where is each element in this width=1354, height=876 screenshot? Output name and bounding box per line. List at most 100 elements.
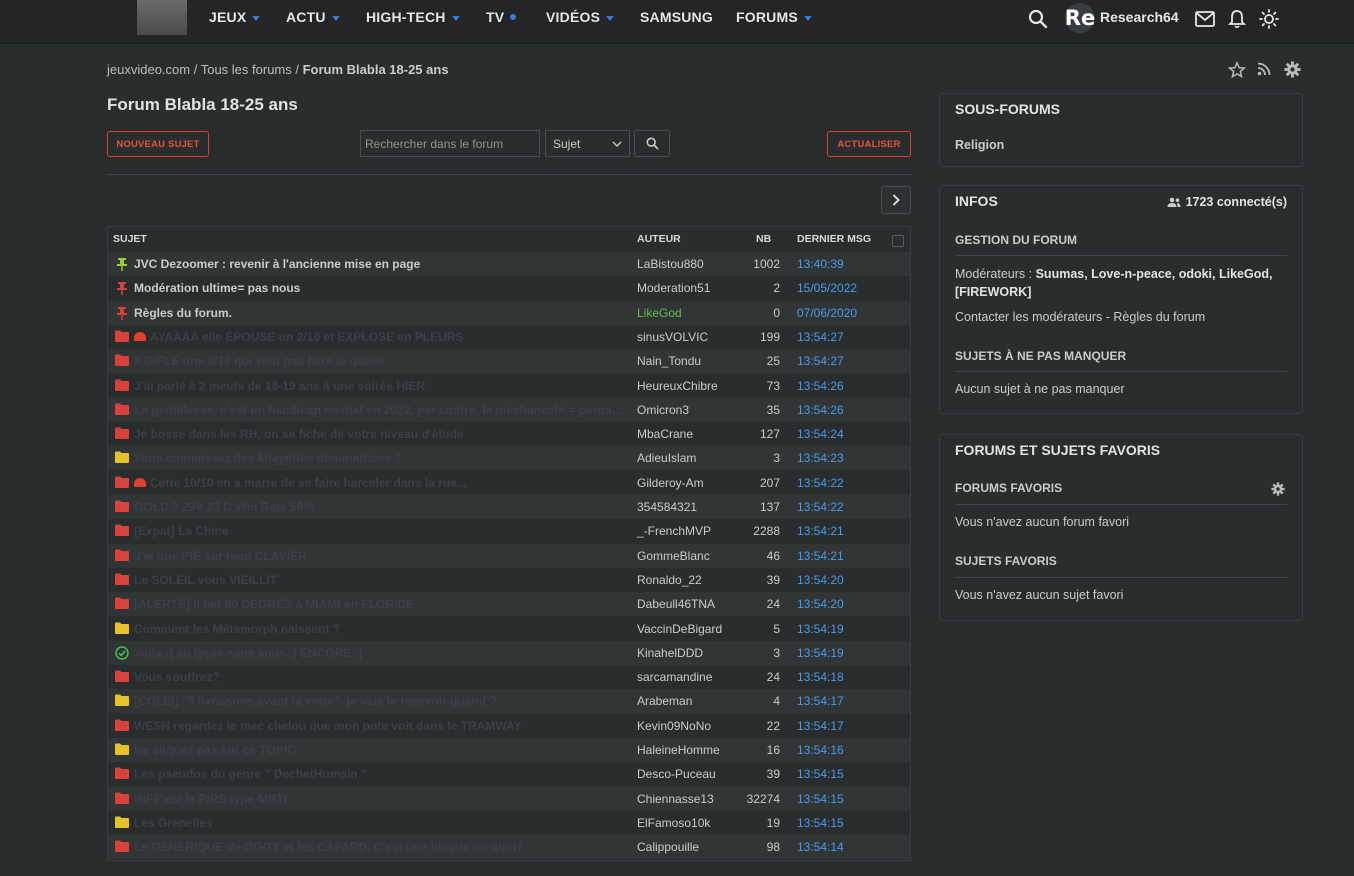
topic-author-link[interactable]: Gilderoy-Am — [637, 476, 704, 490]
avatar[interactable]: Re — [1065, 3, 1095, 33]
topic-title-link[interactable]: Je bosse dans les RH, on se fiche de vot… — [134, 427, 630, 441]
topic-title-link[interactable]: [COLIS] "9 livraisons avant la votre", j… — [134, 694, 630, 708]
topic-author-link[interactable]: _-FrenchMVP — [637, 524, 711, 538]
breadcrumb-site-link[interactable]: jeuxvideo.com — [107, 62, 190, 77]
topic-title-link[interactable]: Ne cliquez pas sur ce TOPIC — [134, 743, 630, 757]
topic-author-link[interactable]: HeureuxChibre — [637, 379, 718, 393]
table-row[interactable]: Voila :) au lycée sans amis :) ENCORE :)… — [108, 640, 910, 665]
table-row[interactable]: GOLD 2 29V 23 D Win Rate 56% 354584321 137… — [108, 495, 910, 519]
bell-icon[interactable] — [1226, 8, 1248, 30]
topic-author-link[interactable]: Calippouille — [637, 840, 699, 854]
table-row[interactable]: Les pseudos du genre " DechetHumain " Des… — [108, 762, 910, 786]
topic-title-link[interactable]: Vous connaissez des khayettes dominatric… — [134, 451, 630, 465]
topic-last-message-link[interactable]: 13:54:27 — [797, 354, 844, 368]
topic-author-link[interactable]: Arabeman — [637, 694, 692, 708]
topic-author-link[interactable]: MbaCrane — [637, 427, 693, 441]
topic-author-link[interactable]: KinahelDDD — [637, 646, 703, 660]
topic-title-link[interactable]: Les pseudos du genre " DechetHumain " — [134, 767, 630, 781]
topic-title-link[interactable]: AYAAAA elle ÉPOUSE un 2/10 et EXPLOSE en… — [134, 330, 630, 344]
search-icon[interactable] — [1027, 8, 1049, 30]
topic-last-message-link[interactable]: 13:54:17 — [797, 694, 844, 708]
topic-author-link[interactable]: Desco-Puceau — [637, 767, 716, 781]
topic-title-link[interactable]: Règles du forum. — [134, 306, 630, 320]
topic-last-message-link[interactable]: 13:54:26 — [797, 403, 844, 417]
topic-title-link[interactable]: Modération ultime= pas nous — [134, 281, 630, 295]
topic-title-link[interactable]: [ALERTE] Il fait 80 DEGRÉS à MIAMI en FL… — [134, 597, 630, 611]
topic-title-link[interactable]: GOLD 2 29V 23 D Win Rate 56% — [134, 500, 630, 514]
topic-title-link[interactable]: [Expat] La Chine — [134, 524, 630, 538]
topic-last-message-link[interactable]: 13:54:19 — [797, 622, 844, 636]
topic-last-message-link[interactable]: 13:54:24 — [797, 427, 844, 441]
refresh-button[interactable]: ACTUALISER — [827, 131, 911, 157]
topic-last-message-link[interactable]: 13:54:15 — [797, 816, 844, 830]
topic-last-message-link[interactable]: 13:54:14 — [797, 840, 844, 854]
topic-author-link[interactable]: HaleineHomme — [637, 743, 720, 757]
topic-title-link[interactable]: La gentillesse, c'est un handicap mental… — [134, 403, 630, 417]
nav-item-jeux[interactable]: JEUX — [209, 9, 261, 25]
table-row[interactable]: [Expat] La Chine _-FrenchMVP 2288 13:54:21 — [108, 519, 910, 543]
topic-title-link[interactable]: Cette 10/10 en a marre de se faire harce… — [134, 476, 630, 490]
select-all-checkbox[interactable] — [892, 235, 904, 247]
search-submit-button[interactable] — [634, 130, 670, 157]
topic-title-link[interactable]: Le SOLEIL vous VIEILLIT — [134, 573, 630, 587]
topic-last-message-link[interactable]: 13:54:16 — [797, 743, 844, 757]
site-logo[interactable] — [137, 0, 187, 35]
topic-title-link[interactable]: Comment les Métamorph naissent ? — [134, 622, 630, 636]
table-row[interactable]: Vous connaissez des khayettes dominatric… — [108, 446, 910, 471]
topic-last-message-link[interactable]: 13:54:21 — [797, 524, 844, 538]
search-scope-select[interactable]: Sujet — [545, 130, 630, 157]
topic-author-link[interactable]: Kevin09NoNo — [637, 719, 711, 733]
topic-last-message-link[interactable]: 13:54:20 — [797, 573, 844, 587]
table-row[interactable]: J'ai une PIE sur mon CLAVIER GommeBlanc 46… — [108, 543, 910, 568]
topic-last-message-link[interactable]: 13:54:15 — [797, 792, 844, 806]
topic-title-link[interactable]: Il GIFLE une 8/10 qui veut pas faire la … — [134, 354, 630, 368]
topic-title-link[interactable]: Le GÉNÉRIQUE de OGGY et les CAFARD. C'es… — [134, 840, 630, 854]
topic-last-message-link[interactable]: 13:54:21 — [797, 549, 844, 563]
table-row[interactable]: J'ai parlé à 2 meufs de 18-19 ans à une … — [108, 374, 910, 398]
table-row[interactable]: Ne cliquez pas sur ce TOPIC HaleineHomme 1… — [108, 738, 910, 762]
topic-author-link[interactable]: GommeBlanc — [637, 549, 710, 563]
topic-title-link[interactable]: WESH regardez le mec chelou que mon pote… — [134, 719, 630, 733]
topic-title-link[interactable]: Vous souffrez? — [134, 670, 630, 684]
table-row[interactable]: [ALERTE] Il fait 80 DEGRÉS à MIAMI en FL… — [108, 592, 910, 617]
settings-gear-icon[interactable] — [1271, 482, 1285, 499]
topic-last-message-link[interactable]: 13:54:27 — [797, 330, 844, 344]
topic-last-message-link[interactable]: 13:54:20 — [797, 597, 844, 611]
topic-title-link[interactable]: INFP est le PIRE type MBTI — [134, 792, 630, 806]
table-row[interactable]: Cette 10/10 en a marre de se faire harce… — [108, 471, 910, 495]
topic-author-link[interactable]: sinusVOLVIC — [637, 330, 708, 344]
table-row[interactable]: La gentillesse, c'est un handicap mental… — [108, 397, 910, 422]
topic-author-link[interactable]: Nain_Tondu — [637, 354, 701, 368]
next-page-button[interactable] — [881, 186, 911, 214]
table-row[interactable]: Vous souffrez? sarcamandine 24 13:54:18 — [108, 665, 910, 689]
topic-author-link[interactable]: AdieuIslam — [637, 451, 696, 465]
topic-title-link[interactable]: JVC Dezoomer : revenir à l'ancienne mise… — [134, 257, 630, 271]
topic-author-link[interactable]: VaccinDeBigard — [637, 622, 722, 636]
table-row[interactable]: Le SOLEIL vous VIEILLIT Ronaldo_22 39 13:54… — [108, 568, 910, 592]
topic-last-message-link[interactable]: 13:54:17 — [797, 719, 844, 733]
topic-author-link[interactable]: sarcamandine — [637, 670, 712, 684]
subforum-link[interactable]: Religion — [955, 138, 1004, 152]
table-row[interactable]: AYAAAA elle ÉPOUSE un 2/10 et EXPLOSE en… — [108, 325, 910, 349]
topic-last-message-link[interactable]: 15/05/2022 — [797, 281, 857, 295]
topic-last-message-link[interactable]: 13:40:39 — [797, 257, 844, 271]
topic-last-message-link[interactable]: 13:54:23 — [797, 451, 844, 465]
table-row[interactable]: INFP est le PIRE type MBTI Chiennasse13 32… — [108, 786, 910, 811]
settings-gear-icon[interactable] — [1284, 61, 1301, 81]
forum-rules-link[interactable]: Règles du forum — [1113, 310, 1205, 324]
table-row[interactable]: Les Grenelles ElFamoso10k 19 13:54:15 — [108, 811, 910, 835]
nav-item-samsung[interactable]: SAMSUNG — [640, 9, 713, 25]
topic-last-message-link[interactable]: 07/06/2020 — [797, 306, 857, 320]
topic-last-message-link[interactable]: 13:54:26 — [797, 379, 844, 393]
topic-last-message-link[interactable]: 13:54:15 — [797, 767, 844, 781]
topic-author-link[interactable]: Chiennasse13 — [637, 792, 714, 806]
star-icon[interactable] — [1227, 60, 1247, 82]
nav-item-videos[interactable]: VIDÉOS — [546, 9, 615, 25]
table-row[interactable]: JVC Dezoomer : revenir à l'ancienne mise… — [108, 252, 910, 276]
sun-icon[interactable] — [1258, 8, 1280, 30]
contact-moderators-link[interactable]: Contacter les modérateurs — [955, 310, 1102, 324]
nav-item-forums[interactable]: FORUMS — [736, 9, 812, 25]
topic-author-link[interactable]: Moderation51 — [637, 281, 710, 295]
table-row[interactable]: Il GIFLE une 8/10 qui veut pas faire la … — [108, 349, 910, 374]
topic-author-link[interactable]: LaBistou880 — [637, 257, 704, 271]
